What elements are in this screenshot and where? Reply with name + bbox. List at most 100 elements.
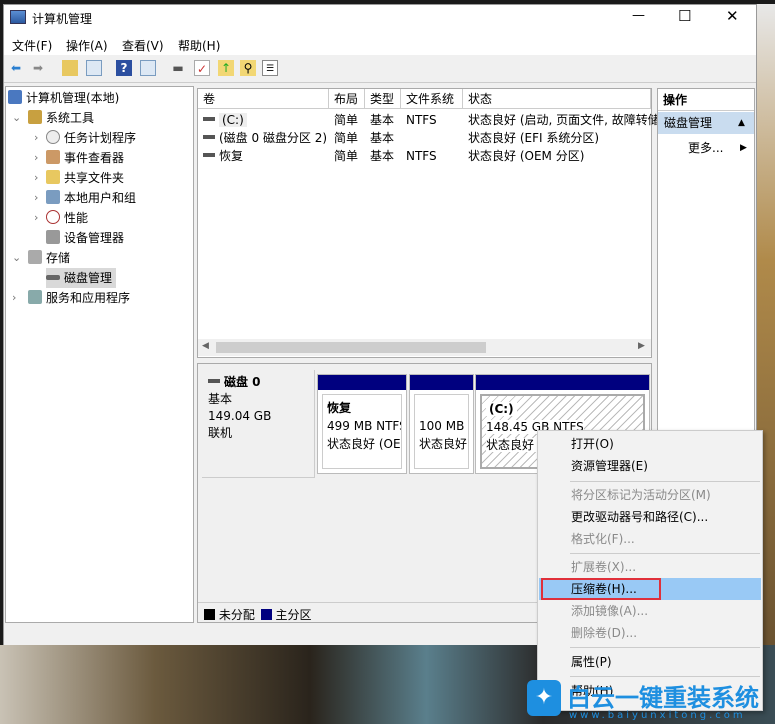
tree-item-system-tools[interactable]: 系统工具 <box>28 108 94 128</box>
column-header-status[interactable]: 状态 <box>463 89 651 109</box>
expand-arrow[interactable]: ⌄ <box>12 251 21 264</box>
volume-list: 卷 布局 类型 文件系统 状态 (C:) 简单 基本 NTFS 状态良好 (启动, 页… <box>197 88 660 358</box>
search-icon[interactable]: ⚲ <box>240 60 256 76</box>
disk-info[interactable]: 磁盘 0 基本 149.04 GB 联机 <box>202 370 315 478</box>
partition-bar <box>410 375 473 390</box>
minimize-button[interactable]: — <box>632 8 645 23</box>
separator <box>570 553 760 554</box>
menu-item-open[interactable]: 打开(O) <box>539 433 761 455</box>
tree-item-event-viewer[interactable]: 事件查看器 <box>46 148 124 168</box>
help-icon[interactable]: ? <box>116 60 132 76</box>
forward-icon[interactable]: ➡ <box>30 60 46 76</box>
context-menu: 打开(O) 资源管理器(E) 将分区标记为活动分区(M) 更改驱动器号和路径(C… <box>537 430 763 711</box>
disk-name: 磁盘 0 <box>224 375 261 389</box>
disk-size: 149.04 GB <box>208 409 272 423</box>
connect-disk-icon[interactable]: ▬ <box>170 60 186 76</box>
disk-type: 基本 <box>208 392 233 406</box>
menu-file[interactable]: 文件(F) <box>12 37 52 54</box>
watermark-url: www.baiyunxitong.com <box>569 710 746 721</box>
table-row[interactable]: (C:) 简单 基本 NTFS 状态良好 (启动, 页面文件, 故障转储 <box>198 111 660 129</box>
users-icon <box>46 190 60 204</box>
table-row[interactable]: 恢复 简单 基本 NTFS 状态良好 (OEM 分区) <box>198 147 651 165</box>
event-log-icon <box>46 150 60 164</box>
tree-item-performance[interactable]: 性能 <box>46 208 88 228</box>
column-header-filesystem[interactable]: 文件系统 <box>401 89 463 109</box>
expand-arrow[interactable]: › <box>34 211 38 224</box>
disk-status: 联机 <box>208 426 233 440</box>
scrollbar-thumb[interactable] <box>216 342 486 353</box>
tree-item-disk-management[interactable]: 磁盘管理 <box>46 268 117 288</box>
menu-item-format[interactable]: 格式化(F)... <box>539 528 761 550</box>
watermark: ✦ 白云一键重装系统 www.baiyunxitong.com <box>527 678 775 724</box>
tree-item-local-users[interactable]: 本地用户和组 <box>46 188 136 208</box>
expand-arrow[interactable]: › <box>34 131 38 144</box>
close-button[interactable]: ✕ <box>726 7 739 25</box>
partition-bar <box>476 375 649 390</box>
partition-efi[interactable]: 100 MB 状态良好 <box>409 374 474 474</box>
tools-icon <box>28 110 42 124</box>
disk-icon <box>208 379 220 383</box>
navigation-tree: 计算机管理(本地) ⌄ 系统工具 › 任务计划程序 › 事件查看器 › 共享文件… <box>5 86 194 623</box>
check-icon[interactable]: ✓ <box>194 60 210 76</box>
tree-item-shared-folders[interactable]: 共享文件夹 <box>46 168 124 188</box>
device-manager-icon <box>46 230 60 244</box>
clock-icon <box>46 130 60 144</box>
expand-arrow[interactable]: › <box>12 291 16 304</box>
bird-logo-icon: ✦ <box>527 680 561 716</box>
separator <box>570 676 760 677</box>
menu-view[interactable]: 查看(V) <box>122 37 164 54</box>
separator <box>570 647 760 648</box>
computer-icon <box>8 90 22 104</box>
highlight-box <box>541 578 661 600</box>
show-hide-tree-icon[interactable] <box>86 60 102 76</box>
menu-item-add-mirror[interactable]: 添加镜像(A)... <box>539 600 761 622</box>
back-icon[interactable]: ⬅ <box>8 60 24 76</box>
menu-item-explorer[interactable]: 资源管理器(E) <box>539 455 761 477</box>
expand-arrow[interactable]: › <box>34 171 38 184</box>
export-icon[interactable]: ↑ <box>218 60 234 76</box>
performance-icon <box>46 210 60 224</box>
menu-item-change-drive-letter[interactable]: 更改驱动器号和路径(C)... <box>539 506 761 528</box>
tree-item-services-apps[interactable]: 服务和应用程序 <box>28 288 130 308</box>
partition-bar <box>318 375 406 390</box>
tree-item-device-manager[interactable]: 设备管理器 <box>46 228 124 248</box>
show-hide-action-pane-icon[interactable] <box>140 60 156 76</box>
disk-icon <box>46 275 60 280</box>
menu-item-extend-volume[interactable]: 扩展卷(X)... <box>539 556 761 578</box>
menu-item-properties[interactable]: 属性(P) <box>539 651 761 673</box>
tree-item-task-scheduler[interactable]: 任务计划程序 <box>46 128 136 148</box>
watermark-brand: 白云一键重装系统 <box>567 684 759 712</box>
tree-item-root[interactable]: 计算机管理(本地) <box>8 88 119 108</box>
tree-item-storage[interactable]: 存储 <box>28 248 70 268</box>
expand-arrow[interactable]: › <box>34 151 38 164</box>
toolbar: ⬅ ➡ ? ▬ ✓ ↑ ⚲ ☰ <box>4 55 756 83</box>
menu-action[interactable]: 操作(A) <box>66 37 108 54</box>
menu-item-shrink-volume[interactable]: 压缩卷(H)... <box>539 578 761 600</box>
up-folder-icon[interactable] <box>62 60 78 76</box>
actions-section-disk-management[interactable]: 磁盘管理 ▲ <box>658 112 754 134</box>
app-icon <box>10 10 26 24</box>
submenu-arrow-icon: ▶ <box>740 143 747 153</box>
actions-more[interactable]: 更多... ▶ <box>658 138 754 158</box>
horizontal-scrollbar[interactable]: ◀ ▶ <box>198 339 651 356</box>
drive-icon <box>203 153 215 157</box>
title-bar: 计算机管理 — ☐ ✕ <box>4 5 756 32</box>
expand-arrow[interactable]: › <box>34 191 38 204</box>
drive-icon <box>203 117 215 121</box>
partition-recovery[interactable]: 恢复499 MB NTFS状态良好 (OEM <box>317 374 407 474</box>
table-row[interactable]: (磁盘 0 磁盘分区 2) 简单 基本 状态良好 (EFI 系统分区) <box>198 129 651 147</box>
menu-bar: 文件(F) 操作(A) 查看(V) 帮助(H) <box>4 32 756 55</box>
expand-arrow[interactable]: ⌄ <box>12 111 21 124</box>
menu-item-delete-volume[interactable]: 删除卷(D)... <box>539 622 761 644</box>
scroll-right-icon[interactable]: ▶ <box>638 341 645 351</box>
scroll-left-icon[interactable]: ◀ <box>202 341 209 351</box>
menu-help[interactable]: 帮助(H) <box>178 37 220 54</box>
column-header-volume[interactable]: 卷 <box>198 89 329 109</box>
column-header-type[interactable]: 类型 <box>365 89 401 109</box>
column-header-layout[interactable]: 布局 <box>329 89 365 109</box>
actions-header: 操作 <box>658 89 754 111</box>
storage-icon <box>28 250 42 264</box>
properties-icon[interactable]: ☰ <box>262 60 278 76</box>
menu-item-mark-active[interactable]: 将分区标记为活动分区(M) <box>539 484 761 506</box>
maximize-button[interactable]: ☐ <box>678 7 691 25</box>
